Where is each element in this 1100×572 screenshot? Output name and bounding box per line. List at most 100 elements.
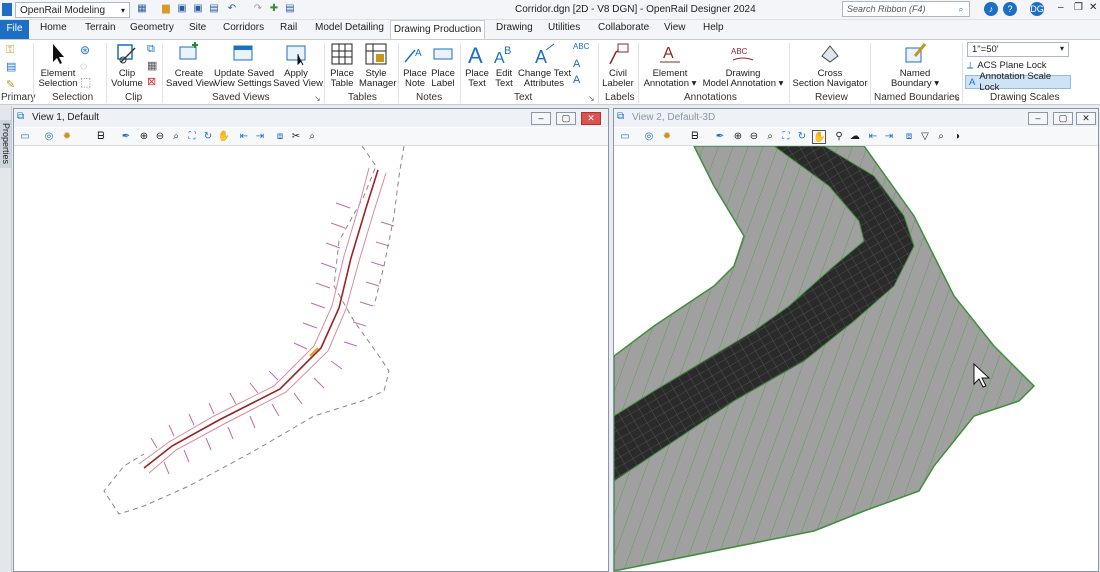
change-text-attributes-button[interactable]: A Change Text Attributes (518, 42, 571, 89)
compress-icon[interactable]: ▤ (208, 3, 220, 15)
tab-terrain[interactable]: Terrain (85, 22, 116, 33)
acs-plane-lock-toggle[interactable]: ⟂ ACS Plane Lock (967, 60, 1047, 71)
ribbon-search-input[interactable]: Search Ribbon (F4) (842, 1, 970, 17)
save-settings-icon[interactable]: ▣ (192, 3, 204, 15)
minimize-button[interactable]: – (531, 112, 551, 125)
bentley-icon[interactable]: ᗷ (94, 130, 108, 144)
text-style-icon[interactable]: A (573, 58, 585, 70)
rotate-view-icon[interactable]: ↻ (795, 130, 809, 144)
tab-rail[interactable]: Rail (280, 22, 297, 33)
help-icon[interactable]: ? (1003, 2, 1017, 16)
next-view-icon[interactable]: ⇥ (882, 130, 896, 144)
zoom-out-icon[interactable]: ⊖ (153, 130, 167, 144)
view-2-window[interactable]: ⧉ View 2, Default-3D – ▢ ✕ ▭ ◎ ✹ ᗷ ✒ ⊕ ⊖… (613, 108, 1099, 572)
apply-saved-view-button[interactable]: Apply Saved View (273, 42, 323, 89)
clip-mask-icon[interactable]: ⧉ (147, 43, 159, 55)
text-size-icon[interactable]: A (573, 74, 585, 86)
dialog-launcher-icon[interactable]: ↘ (588, 94, 595, 103)
window-area-icon[interactable]: ⌕ (763, 130, 777, 144)
redo-icon[interactable]: ↷ (252, 3, 264, 15)
place-table-button[interactable]: Place Table (327, 42, 357, 89)
tab-model-detailing[interactable]: Model Detailing (315, 22, 384, 33)
style-manager-button[interactable]: Style Manager (359, 42, 397, 89)
update-saved-view-button[interactable]: Update Saved View Settings (214, 42, 274, 89)
view-rotate-icon[interactable]: ◑ (950, 130, 964, 144)
element-annotation-button[interactable]: A Element Annotation ▾ (641, 42, 699, 89)
workspace-icon[interactable]: ▦ (136, 3, 148, 15)
tab-home[interactable]: Home (40, 22, 67, 33)
annotation-scale-lock-toggle[interactable]: A Annotation Scale Lock (965, 71, 1071, 93)
select-all-icon[interactable]: ⊛ (80, 43, 92, 57)
rotate-view-icon[interactable]: ↻ (201, 130, 215, 144)
spell-check-icon[interactable]: ABC (573, 42, 589, 54)
minimize-button[interactable]: – (1028, 112, 1048, 125)
dialog-launcher-icon[interactable]: ↘ (953, 94, 960, 103)
drawing-scale-dropdown[interactable]: 1"=50' ▾ (967, 42, 1069, 57)
restore-icon[interactable]: ❐ (1074, 2, 1083, 13)
tab-drawing[interactable]: Drawing (496, 22, 533, 33)
view-attributes-icon[interactable]: ▭ (18, 130, 32, 144)
display-style-icon[interactable]: ◎ (642, 130, 656, 144)
tab-utilities[interactable]: Utilities (548, 22, 580, 33)
zoom-in-icon[interactable]: ⊕ (137, 130, 151, 144)
primary-tool-icon[interactable]: ✎ (6, 78, 18, 91)
previous-view-icon[interactable]: ⇤ (866, 130, 880, 144)
clip-clear-icon[interactable]: ✂ (289, 130, 303, 144)
clip-grid-icon[interactable]: ▦ (147, 59, 159, 72)
render-icon[interactable]: ✹ (660, 130, 674, 144)
maximize-button[interactable]: ▢ (1053, 112, 1073, 125)
pen-icon[interactable]: ✒ (713, 130, 727, 144)
previous-view-icon[interactable]: ⇤ (237, 130, 251, 144)
fit-view-icon[interactable]: ⛶ (779, 130, 793, 144)
open-folder-icon[interactable]: ▆ (160, 3, 172, 15)
tab-geometry[interactable]: Geometry (130, 22, 174, 33)
named-boundary-button[interactable]: Named Boundary ▾ (880, 42, 950, 89)
close-button[interactable]: ✕ (1076, 112, 1096, 125)
tab-drawing-production[interactable]: Drawing Production (390, 20, 485, 40)
create-saved-view-button[interactable]: Create Saved View (166, 42, 216, 89)
pen-icon[interactable]: ✒ (119, 130, 133, 144)
walk-icon[interactable]: ⚲ (832, 130, 846, 144)
clip-view-icon[interactable]: ⧈ (273, 130, 287, 144)
tab-collaborate[interactable]: Collaborate (598, 22, 649, 33)
zoom-in-icon[interactable]: ⊕ (731, 130, 745, 144)
maximize-button[interactable]: ▢ (556, 112, 576, 125)
tab-help[interactable]: Help (703, 22, 724, 33)
3d-view-canvas[interactable] (614, 146, 1098, 571)
civil-labeler-button[interactable]: Civil Labeler (601, 42, 635, 89)
next-view-icon[interactable]: ⇥ (253, 130, 267, 144)
dialog-launcher-icon[interactable]: ↘ (314, 94, 321, 103)
render-icon[interactable]: ✹ (60, 130, 74, 144)
drawing-model-annotation-button[interactable]: ABC Drawing Model Annotation ▾ (701, 42, 785, 89)
clear-clip-icon[interactable]: ⊠ (147, 75, 159, 88)
tab-file[interactable]: File (0, 20, 29, 39)
workflow-dropdown[interactable]: OpenRail Modeling ▾ (15, 2, 130, 18)
save-icon[interactable]: ▣ (176, 3, 188, 15)
undo-icon[interactable]: ↶ (226, 3, 238, 15)
place-text-button[interactable]: A Place Text (463, 42, 491, 89)
view-attributes-icon[interactable]: ▭ (618, 130, 632, 144)
bentley-icon[interactable]: ᗷ (688, 130, 702, 144)
minimize-icon[interactable]: – (1058, 2, 1064, 13)
edit-text-button[interactable]: AB Edit Text (491, 42, 517, 89)
search-icon[interactable]: ⌕ (954, 2, 968, 16)
notification-icon[interactable]: ♪ (984, 2, 998, 16)
tab-view[interactable]: View (664, 22, 686, 33)
properties-tab[interactable]: Properties (0, 120, 11, 168)
primary-key-icon[interactable]: ⚿ (6, 44, 18, 56)
plan-view-canvas[interactable] (14, 146, 608, 571)
place-note-button[interactable]: A Place Note (401, 42, 429, 89)
view-search-icon[interactable]: ⌕ (305, 130, 319, 144)
view-search-icon[interactable]: ⌕ (934, 130, 948, 144)
primary-doc-icon[interactable]: ▤ (6, 60, 18, 73)
print-icon[interactable]: ▤ (284, 3, 296, 15)
tab-corridors[interactable]: Corridors (223, 22, 264, 33)
pin-icon[interactable]: ✚ (268, 3, 280, 15)
tab-site[interactable]: Site (189, 22, 206, 33)
clip-volume-button[interactable]: Clip Volume (110, 42, 144, 89)
clip-view-icon[interactable]: ⧈ (902, 130, 916, 144)
close-button[interactable]: ✕ (581, 112, 601, 125)
close-icon[interactable]: ✕ (1089, 2, 1097, 13)
zoom-out-icon[interactable]: ⊖ (747, 130, 761, 144)
pan-icon[interactable]: ✋ (217, 130, 231, 144)
